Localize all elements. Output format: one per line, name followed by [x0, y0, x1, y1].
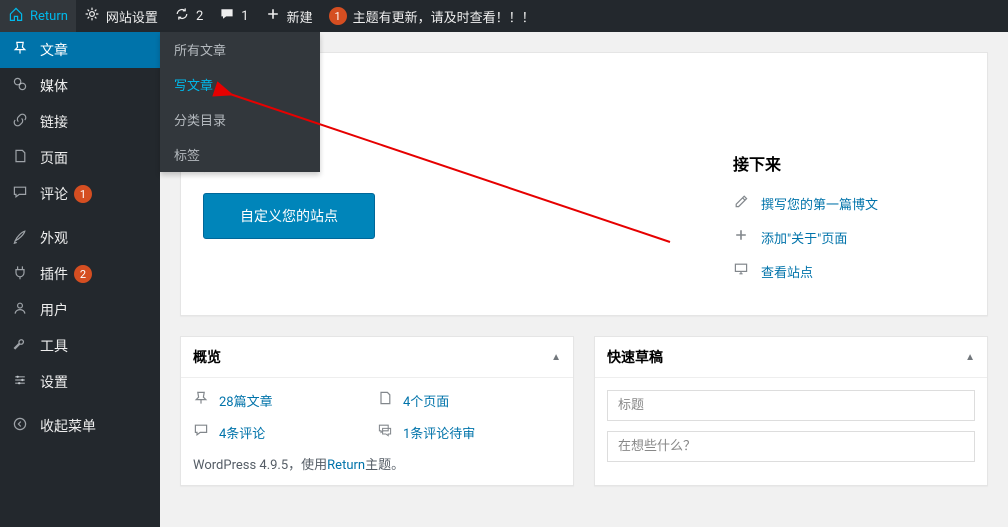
sidebar-item-appearance[interactable]: 外观	[0, 220, 160, 256]
refresh-icon	[174, 6, 190, 26]
overview-link[interactable]: 28篇文章	[219, 391, 273, 410]
sidebar-item-media[interactable]: 媒体	[0, 68, 160, 104]
media-icon	[12, 76, 32, 96]
sidebar-item-posts[interactable]: 文章	[0, 32, 160, 68]
updates-link[interactable]: 2	[166, 0, 211, 32]
user-icon	[12, 300, 32, 320]
sidebar-label: 插件	[40, 264, 68, 284]
next-steps-heading: 接下来	[733, 151, 965, 175]
home-icon	[8, 6, 24, 26]
comments-count: 1	[241, 9, 248, 24]
sidebar-item-settings[interactable]: 设置	[0, 364, 160, 400]
sidebar-item-links[interactable]: 链接	[0, 104, 160, 140]
draft-content-input[interactable]	[607, 431, 975, 462]
sidebar-label: 收起菜单	[40, 416, 96, 436]
overview-link[interactable]: 1条评论待审	[403, 423, 475, 442]
comments-link[interactable]: 1	[211, 0, 256, 32]
sidebar-label: 文章	[40, 40, 68, 60]
page-icon	[12, 148, 32, 168]
gear-icon	[84, 6, 100, 26]
plugins-badge: 2	[74, 265, 92, 283]
collapse-toggle[interactable]: ▲	[551, 352, 561, 363]
posts-submenu: 所有文章 写文章 分类目录 标签	[160, 32, 320, 172]
sidebar-item-comments[interactable]: 评论 1	[0, 176, 160, 212]
next-step-view[interactable]: 查看站点	[733, 261, 965, 281]
sidebar-item-tools[interactable]: 工具	[0, 328, 160, 364]
brush-icon	[12, 228, 32, 248]
next-step-link[interactable]: 撰写您的第一篇博文	[761, 194, 878, 213]
collapse-icon	[12, 416, 32, 436]
wrench-icon	[12, 336, 32, 356]
next-step-link[interactable]: 添加"关于"页面	[761, 228, 847, 247]
sidebar-item-pages[interactable]: 页面	[0, 140, 160, 176]
sidebar-label: 设置	[40, 372, 68, 392]
quick-draft-box: 快速草稿 ▲	[594, 336, 988, 486]
overview-box: 概览 ▲ 28篇文章	[180, 336, 574, 486]
overview-posts[interactable]: 28篇文章	[193, 390, 377, 410]
new-content-link[interactable]: 新建	[257, 0, 321, 32]
overview-comments[interactable]: 4条评论	[193, 422, 377, 442]
pin-icon	[12, 40, 32, 60]
notice-badge: 1	[329, 7, 347, 25]
next-step-link[interactable]: 查看站点	[761, 262, 813, 281]
admin-sidebar: 文章 媒体 链接 页面 评论 1	[0, 32, 160, 527]
plus-icon	[265, 6, 281, 26]
sidebar-item-users[interactable]: 用户	[0, 292, 160, 328]
comments-badge: 1	[74, 185, 92, 203]
sidebar-label: 工具	[40, 336, 68, 356]
collapse-toggle[interactable]: ▲	[965, 352, 975, 363]
site-name: Return	[30, 9, 68, 24]
admin-top-bar: Return 网站设置 2 1 新建 1 主题有更新，请及时查看！！！	[0, 0, 1008, 32]
draft-title-input[interactable]	[607, 390, 975, 421]
overview-footer: WordPress 4.9.5，使用Return主题。	[193, 454, 561, 473]
plus-icon	[733, 227, 753, 247]
comments-icon	[377, 422, 397, 442]
overview-title: 概览	[193, 347, 221, 367]
monitor-icon	[733, 261, 753, 281]
page-icon	[377, 390, 397, 410]
sidebar-label: 链接	[40, 112, 68, 132]
overview-pending[interactable]: 1条评论待审	[377, 422, 561, 442]
sidebar-label: 媒体	[40, 76, 68, 96]
sidebar-label: 用户	[40, 300, 68, 320]
new-label: 新建	[287, 7, 313, 26]
quick-draft-title: 快速草稿	[607, 347, 663, 367]
submenu-tags[interactable]: 标签	[160, 137, 320, 172]
customize-site-button[interactable]: 自定义您的站点	[203, 193, 375, 239]
theme-update-notice[interactable]: 1 主题有更新，请及时查看！！！	[321, 0, 543, 32]
sidebar-label: 页面	[40, 148, 68, 168]
pin-icon	[193, 390, 213, 410]
sliders-icon	[12, 372, 32, 392]
sidebar-item-plugins[interactable]: 插件 2	[0, 256, 160, 292]
edit-icon	[733, 193, 753, 213]
comment-icon	[193, 422, 213, 442]
overview-pages[interactable]: 4个页面	[377, 390, 561, 410]
overview-link[interactable]: 4条评论	[219, 423, 265, 442]
site-settings-label: 网站设置	[106, 7, 158, 26]
next-step-write[interactable]: 撰写您的第一篇博文	[733, 193, 965, 213]
sidebar-label: 外观	[40, 228, 68, 248]
sidebar-label: 评论	[40, 184, 68, 204]
overview-link[interactable]: 4个页面	[403, 391, 449, 410]
plug-icon	[12, 264, 32, 284]
sidebar-collapse[interactable]: 收起菜单	[0, 408, 160, 444]
theme-link[interactable]: Return	[327, 458, 365, 473]
site-home-link[interactable]: Return	[0, 0, 76, 32]
site-settings-link[interactable]: 网站设置	[76, 0, 166, 32]
next-step-about[interactable]: 添加"关于"页面	[733, 227, 965, 247]
notice-text: 主题有更新，请及时查看！！！	[353, 7, 535, 26]
comment-icon	[12, 184, 32, 204]
link-icon	[12, 112, 32, 132]
updates-count: 2	[196, 9, 203, 24]
comment-icon	[219, 6, 235, 26]
submenu-all-posts[interactable]: 所有文章	[160, 32, 320, 67]
submenu-new-post[interactable]: 写文章	[160, 67, 320, 102]
submenu-categories[interactable]: 分类目录	[160, 102, 320, 137]
